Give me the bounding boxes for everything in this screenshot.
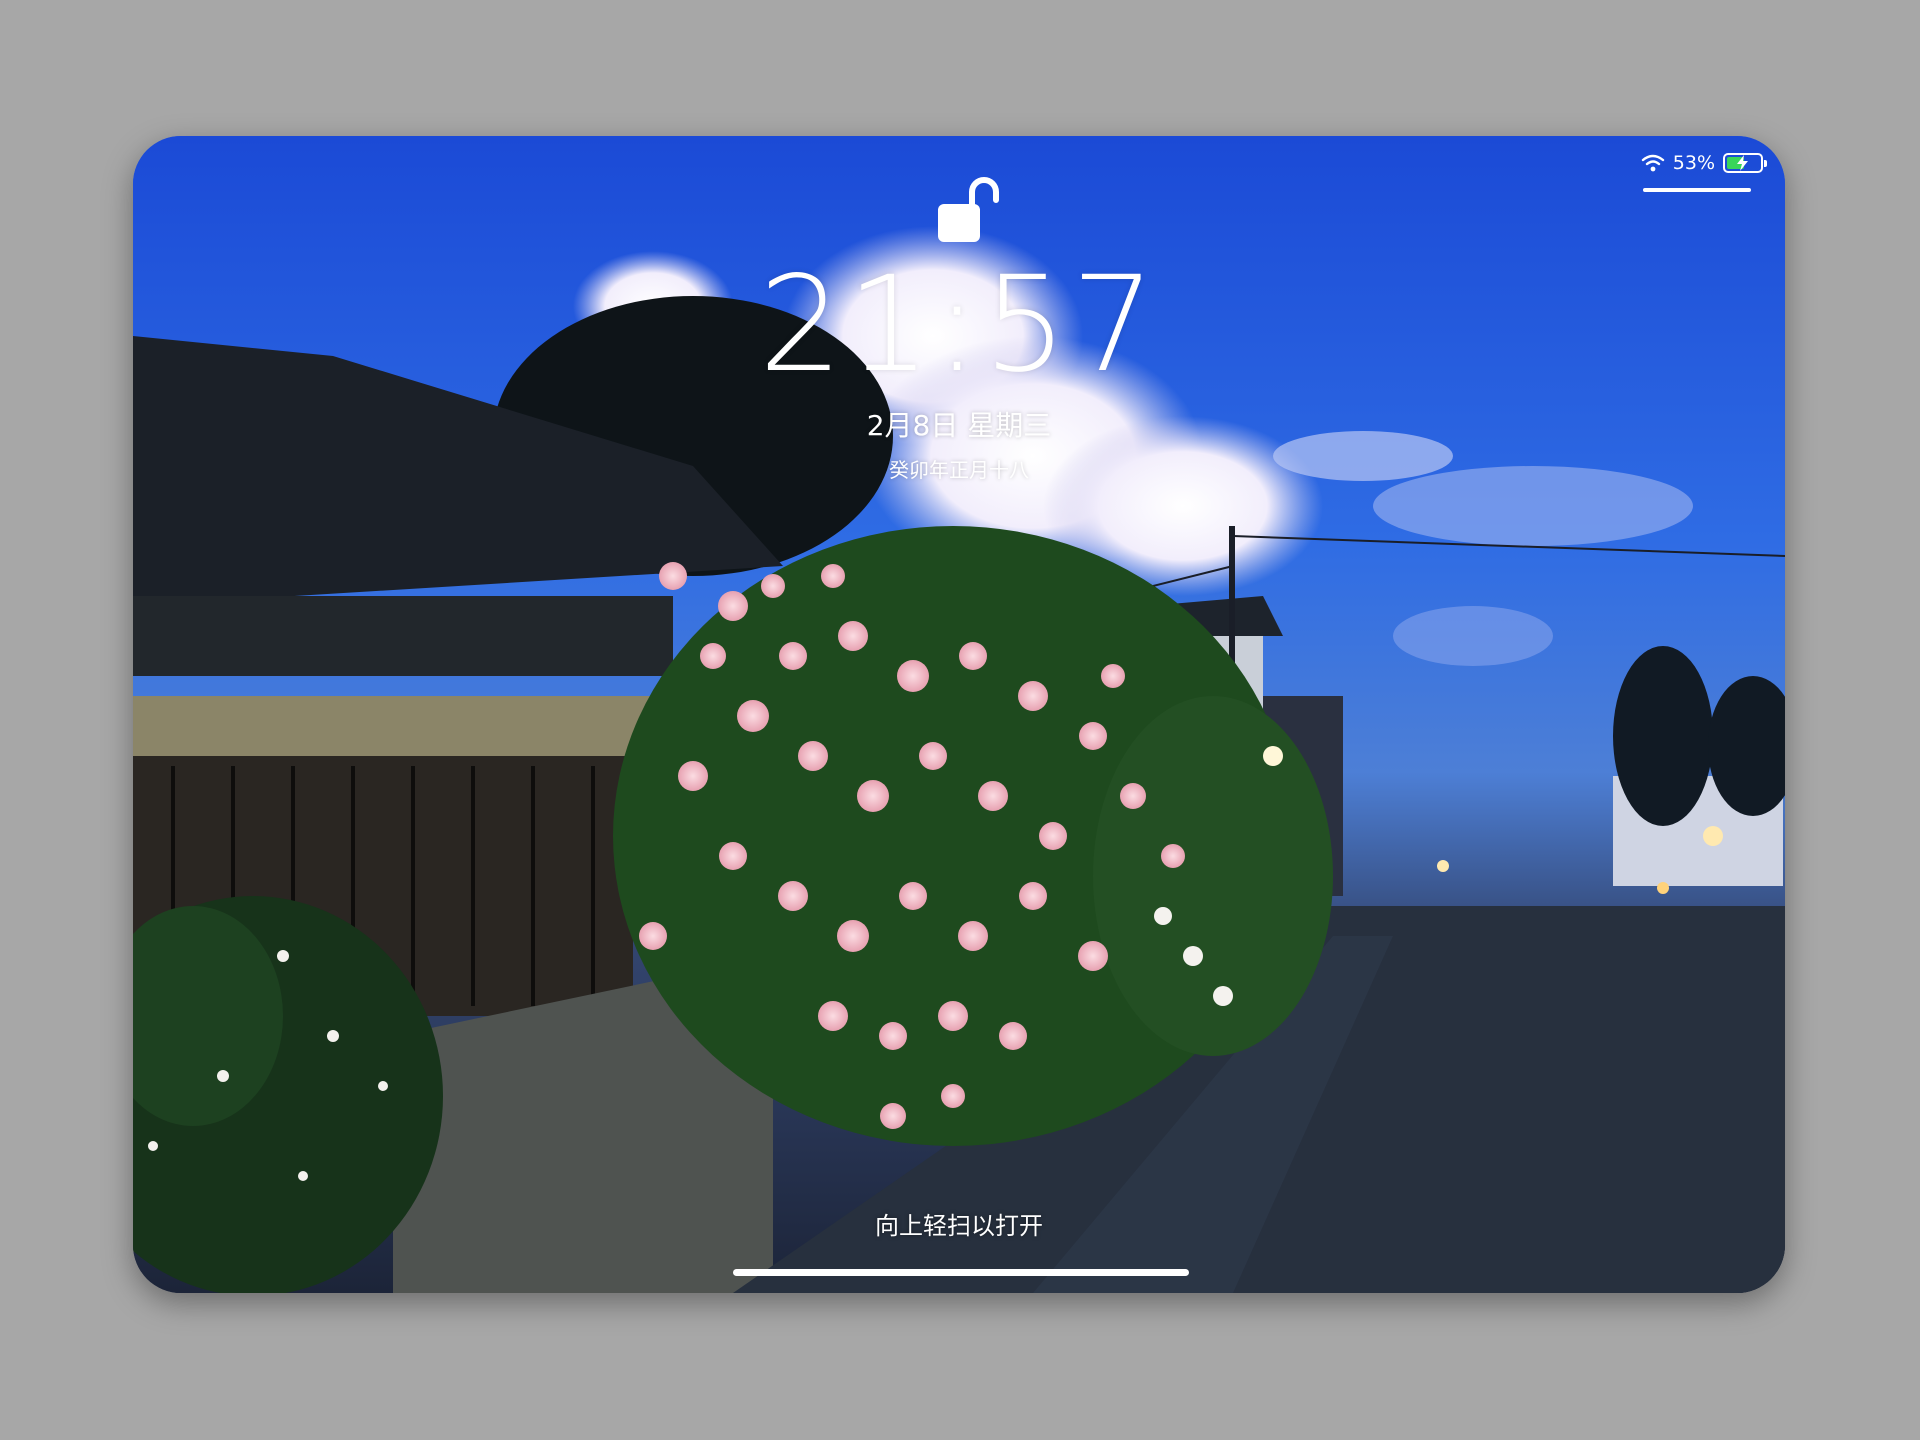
status-bar: 53%: [1641, 152, 1767, 174]
battery-percentage: 53%: [1672, 152, 1715, 174]
swipe-up-hint: 向上轻扫以打开: [875, 1212, 1043, 1240]
clock-time: 21:57: [758, 248, 1160, 402]
lock-screen[interactable]: 53% 21:57 2月8日 星期三 癸卯年正月十八 向上轻扫以打开: [133, 136, 1785, 1293]
wifi-icon: [1641, 154, 1664, 172]
lunar-date: 癸卯年正月十八: [889, 458, 1029, 482]
control-center-indicator[interactable]: [1643, 188, 1751, 192]
battery-charging-icon: [1723, 153, 1767, 173]
clock-date: 2月8日 星期三: [866, 409, 1052, 442]
charging-bolt-icon: [1737, 155, 1748, 171]
home-indicator-bar[interactable]: [733, 1269, 1189, 1276]
unlocked-padlock-icon: [938, 177, 999, 242]
